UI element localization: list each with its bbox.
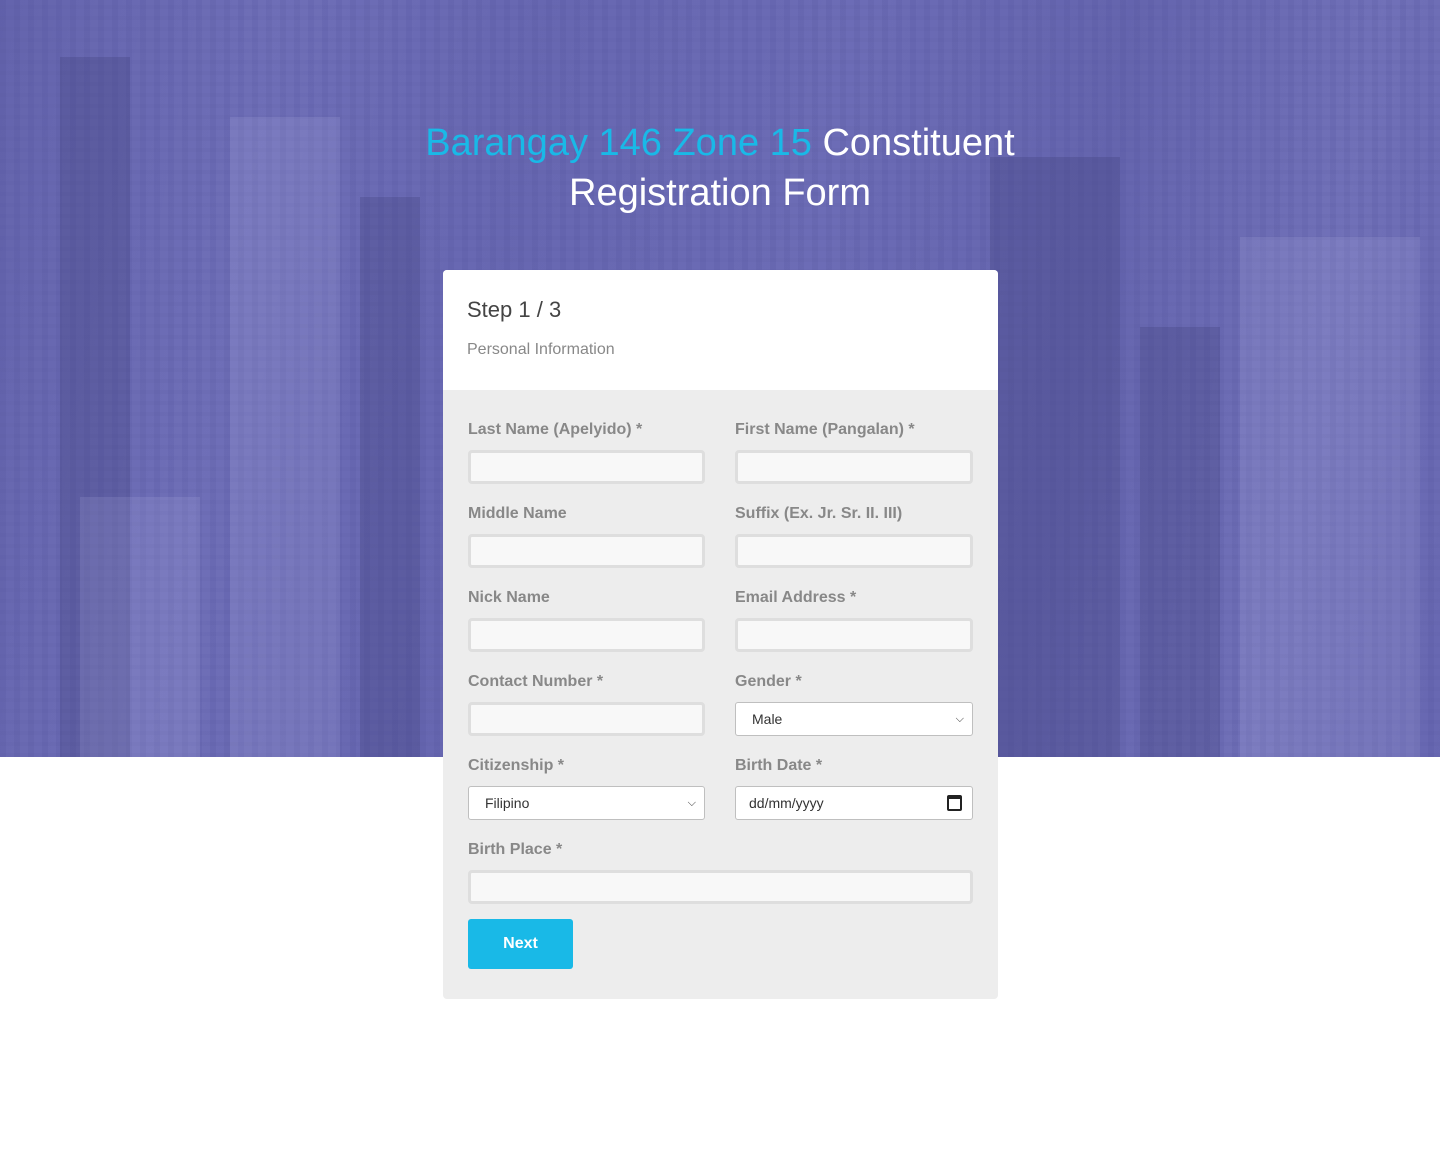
first-name-label: First Name (Pangalan) * [735, 421, 915, 438]
card-header: Step 1 / 3 Personal Information [443, 270, 998, 390]
nick-name-label: Nick Name [468, 589, 550, 606]
page-title: Barangay 146 Zone 15 Constituent Registr… [0, 118, 1440, 218]
skyline-building [1140, 327, 1220, 757]
birth-place-input[interactable] [468, 870, 973, 904]
first-name-input[interactable] [735, 450, 973, 484]
gender-label: Gender * [735, 673, 802, 690]
gender-selected-value: Male [752, 711, 783, 727]
chevron-down-icon: ⌵ [955, 713, 964, 725]
middle-name-input[interactable] [468, 534, 705, 568]
birth-place-label: Birth Place * [468, 841, 563, 858]
skyline-building [1240, 237, 1420, 757]
contact-number-input[interactable] [468, 702, 705, 736]
title-accent: Barangay 146 Zone 15 [425, 122, 812, 164]
birth-date-input[interactable]: dd/mm/yyyy [735, 786, 973, 820]
citizenship-select[interactable]: Filipino ⌵ [468, 786, 705, 820]
calendar-icon[interactable] [947, 795, 962, 811]
title-rest: Constituent [822, 122, 1015, 164]
suffix-label: Suffix (Ex. Jr. Sr. II. III) [735, 505, 903, 522]
email-label: Email Address * [735, 589, 857, 606]
next-button[interactable]: Next [468, 919, 573, 969]
citizenship-label: Citizenship * [468, 757, 565, 774]
suffix-input[interactable] [735, 534, 973, 568]
nick-name-input[interactable] [468, 618, 705, 652]
last-name-label: Last Name (Apelyido) * [468, 421, 643, 438]
last-name-input[interactable] [468, 450, 705, 484]
registration-form-card: Step 1 / 3 Personal Information Last Nam… [443, 270, 998, 999]
citizenship-selected-value: Filipino [485, 795, 530, 811]
birth-date-placeholder: dd/mm/yyyy [749, 795, 824, 811]
birth-date-label: Birth Date * [735, 757, 823, 774]
skyline-building [80, 497, 200, 757]
skyline-building [360, 197, 420, 757]
gender-select[interactable]: Male ⌵ [735, 702, 973, 736]
middle-name-label: Middle Name [468, 505, 567, 522]
skyline-building [990, 157, 1120, 757]
title-line2: Registration Form [569, 172, 871, 214]
email-input[interactable] [735, 618, 973, 652]
step-indicator: Step 1 / 3 [467, 297, 562, 322]
section-subtitle: Personal Information [467, 341, 615, 358]
chevron-down-icon: ⌵ [687, 797, 696, 809]
contact-number-label: Contact Number * [468, 673, 604, 690]
